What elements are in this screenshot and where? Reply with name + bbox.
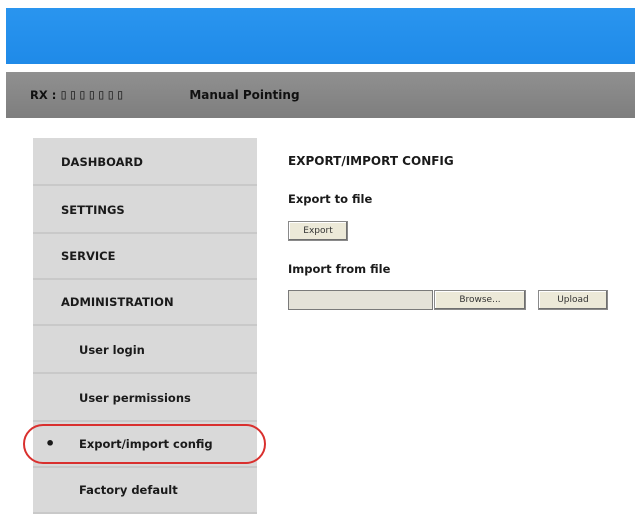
sidebar-item-label: User login	[79, 343, 145, 357]
sidebar-item-service[interactable]: SERVICE	[33, 234, 257, 280]
top-margin	[0, 0, 635, 8]
sidebar-item-factory-default[interactable]: Factory default	[33, 468, 257, 514]
rx-value: ▯▯▯▯▯▯▯	[59, 87, 126, 103]
sidebar-item-user-login[interactable]: User login	[33, 328, 257, 374]
sidebar-nav: DASHBOARD SETTINGS SERVICE ADMINISTRATIO…	[33, 138, 257, 514]
import-section-label: Import from file	[288, 262, 391, 276]
sidebar-item-dashboard[interactable]: DASHBOARD	[33, 140, 257, 186]
sidebar-item-label: DASHBOARD	[61, 155, 143, 169]
export-section-label: Export to file	[288, 192, 373, 206]
sidebar-item-export-import-config[interactable]: • Export/import config	[33, 422, 257, 468]
rx-label: RX :	[30, 88, 57, 102]
active-bullet-icon: •	[45, 434, 56, 453]
rx-status: RX : ▯▯▯▯▯▯▯	[30, 87, 125, 103]
upload-button[interactable]: Upload	[538, 290, 608, 310]
import-file-field[interactable]	[288, 290, 433, 310]
pointing-mode: Manual Pointing	[189, 88, 300, 102]
sidebar-item-settings[interactable]: SETTINGS	[33, 188, 257, 234]
sidebar-item-label: Export/import config	[79, 437, 213, 451]
sidebar-item-label: SERVICE	[61, 249, 116, 263]
sidebar-item-label: User permissions	[79, 391, 191, 405]
sidebar-item-label: Factory default	[79, 483, 178, 497]
sidebar-item-label: ADMINISTRATION	[61, 295, 174, 309]
page-title: EXPORT/IMPORT CONFIG	[288, 154, 454, 168]
sidebar-item-label: SETTINGS	[61, 203, 125, 217]
browse-button[interactable]: Browse...	[434, 290, 526, 310]
export-button[interactable]: Export	[288, 221, 348, 241]
header-banner	[6, 8, 635, 64]
sidebar-item-administration[interactable]: ADMINISTRATION	[33, 280, 257, 326]
status-bar: RX : ▯▯▯▯▯▯▯ Manual Pointing	[6, 72, 635, 118]
sidebar-item-user-permissions[interactable]: User permissions	[33, 376, 257, 422]
